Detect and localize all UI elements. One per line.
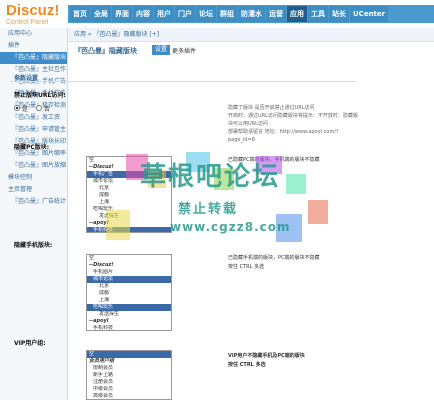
nav-item-1[interactable]: 全局	[91, 6, 111, 22]
nav-item-8[interactable]: 防灌水	[238, 6, 265, 22]
select-option[interactable]: 城市论坛	[87, 178, 171, 185]
nav-item-4[interactable]: 用户	[154, 6, 174, 22]
nav-item-10[interactable]: 应用	[287, 6, 307, 22]
select-option[interactable]: 北京	[87, 283, 171, 290]
nav-item-7[interactable]: 群组	[217, 6, 237, 22]
nav-item-0[interactable]: 首页	[70, 6, 90, 22]
select-option[interactable]: 发送探生	[87, 213, 171, 220]
nav-item-2[interactable]: 界面	[112, 6, 132, 22]
nav-item-12[interactable]: 站长	[329, 6, 349, 22]
select-option[interactable]: 北京	[87, 185, 171, 192]
select-option[interactable]: 吃喝玩乐	[87, 304, 171, 311]
tab-settings[interactable]: 设置	[152, 45, 171, 55]
select-option[interactable]: 成都	[87, 290, 171, 297]
radio-yes-label: 是	[22, 106, 29, 113]
select-option[interactable]: 会员用户组	[87, 358, 171, 365]
sidebar-item-2[interactable]: 『芭凸曼』隐藏版块	[0, 52, 67, 64]
sidebar-item-12[interactable]: 模块控制	[0, 172, 67, 184]
sidebar-item-14[interactable]: 『芭凸曼』广告统计	[0, 196, 67, 208]
select-option[interactable]: 空	[87, 255, 171, 262]
radio-yes-option[interactable]: 是	[14, 104, 28, 113]
hide-mobile-forums-label: 隐藏手机版块:	[14, 242, 53, 249]
select-option[interactable]: --Discuz!	[87, 262, 171, 269]
breadcrumb[interactable]: 应用 » 『芭凸曼』隐藏版块 [+]	[68, 28, 434, 42]
radio-no-label: 否	[44, 106, 51, 113]
vip-groups-note: VIP用户不隐藏手机及PC端的版块 按住 CTRL 多选	[228, 353, 305, 368]
hide-mobile-forums-select[interactable]: 空 --Discuz! 手机图片 城市论坛 北京 成都 上海 吃喝玩乐 发送探生 --apoyl 手…	[86, 254, 172, 331]
nav-item-11[interactable]: 工具	[308, 6, 328, 22]
select-option[interactable]: 成都	[87, 192, 171, 199]
section-divider	[10, 81, 356, 82]
select-option[interactable]: --apoyl	[87, 220, 171, 227]
select-option[interactable]: 中级会员	[87, 386, 171, 393]
select-option[interactable]: 发送探生	[87, 311, 171, 318]
select-option[interactable]: --apoyl	[87, 318, 171, 325]
sidebar-item-1[interactable]: 插件	[0, 40, 67, 52]
plugin-tabs: 『芭凸曼』隐藏版块 设置 更多插件	[68, 42, 434, 58]
nav-item-3[interactable]: 内容	[133, 6, 153, 22]
select-option[interactable]: 城市论坛	[87, 276, 171, 283]
discuz-logo[interactable]: Discuz! Control Panel	[6, 3, 66, 27]
logo-subtitle: Control Panel	[6, 19, 49, 26]
more-plugins-link[interactable]: 更多插件	[172, 46, 196, 55]
nav-item-6[interactable]: 论坛	[196, 6, 216, 22]
url-access-tip: 隐藏了版块 是否开启禁止通过URL访问 开启时：通过URL访问隐藏版块将提示：不…	[228, 105, 358, 143]
hide-pc-forums-select[interactable]: 空 --Discuz! 手机广告 城市论坛 北京 成都 上海 吃喝玩乐 发送探生 --apoyl 手…	[86, 156, 172, 233]
select-option[interactable]: 上海	[87, 199, 171, 206]
vip-groups-label: VIP用户组:	[14, 340, 46, 347]
nav-item-13[interactable]: UCenter	[350, 6, 389, 22]
sidebar-item-7[interactable]: 『芭凸曼』发工资	[0, 112, 67, 124]
url-access-radio-group: 是 否	[14, 104, 58, 113]
sidebar-item-13[interactable]: 主页管理	[0, 184, 67, 196]
top-header: Discuz! Control Panel 首页 全局 界面 内容 用户 门户 论坛 群组 防灌…	[0, 0, 434, 28]
main-nav: 首页 全局 界面 内容 用户 门户 论坛 群组 防灌水 运营 应用 工具 站长 UCenter	[70, 6, 389, 22]
sidebar-item-11[interactable]: 『芭凸曼』图片放缩	[0, 160, 67, 172]
select-option[interactable]: 上海	[87, 297, 171, 304]
sidebar-item-8[interactable]: 『芭凸曼』申请管主	[0, 124, 67, 136]
select-option[interactable]: 注册会员	[87, 379, 171, 386]
hide-mobile-forums-note: 已隐藏手机端的版块，PC端的版块不隐藏 按住 CTRL 多选	[228, 255, 320, 270]
select-option[interactable]: 新手上路	[87, 372, 171, 379]
vip-groups-select[interactable]: 空会员用户组限制会员新手上路注册会员中级会员高级会员金牌会员	[86, 350, 172, 400]
plugin-title: 『芭凸曼』隐藏版块	[74, 47, 137, 55]
sidebar-item-0[interactable]: 应用中心	[0, 28, 67, 40]
radio-no-option[interactable]: 否	[36, 104, 50, 113]
select-option[interactable]: --Discuz!	[87, 164, 171, 171]
select-option[interactable]: 空	[87, 351, 171, 358]
select-option[interactable]: 吃喝玩乐	[87, 206, 171, 213]
select-option[interactable]: 高级会员	[87, 393, 171, 399]
nav-item-9[interactable]: 运营	[266, 6, 286, 22]
select-option[interactable]: 手机科技	[87, 325, 171, 330]
select-option[interactable]: 手机图片	[87, 269, 171, 276]
nav-item-5[interactable]: 门户	[175, 6, 195, 22]
select-option[interactable]: 空	[87, 157, 171, 164]
select-option[interactable]: 手机广告	[87, 171, 171, 178]
select-option[interactable]: 限制会员	[87, 365, 171, 372]
hide-pc-forums-note: 已隐藏PC端的版块，手机端的版块不隐藏	[228, 157, 320, 163]
logo-title: Discuz!	[6, 2, 60, 19]
hide-pc-forums-label: 隐藏PC版块:	[14, 144, 50, 151]
select-option[interactable]: 手机科技	[87, 227, 171, 232]
url-access-label: 禁止版块URL访问:	[14, 92, 66, 99]
radio-yes-icon[interactable]	[14, 105, 20, 111]
radio-no-icon[interactable]	[36, 105, 43, 111]
